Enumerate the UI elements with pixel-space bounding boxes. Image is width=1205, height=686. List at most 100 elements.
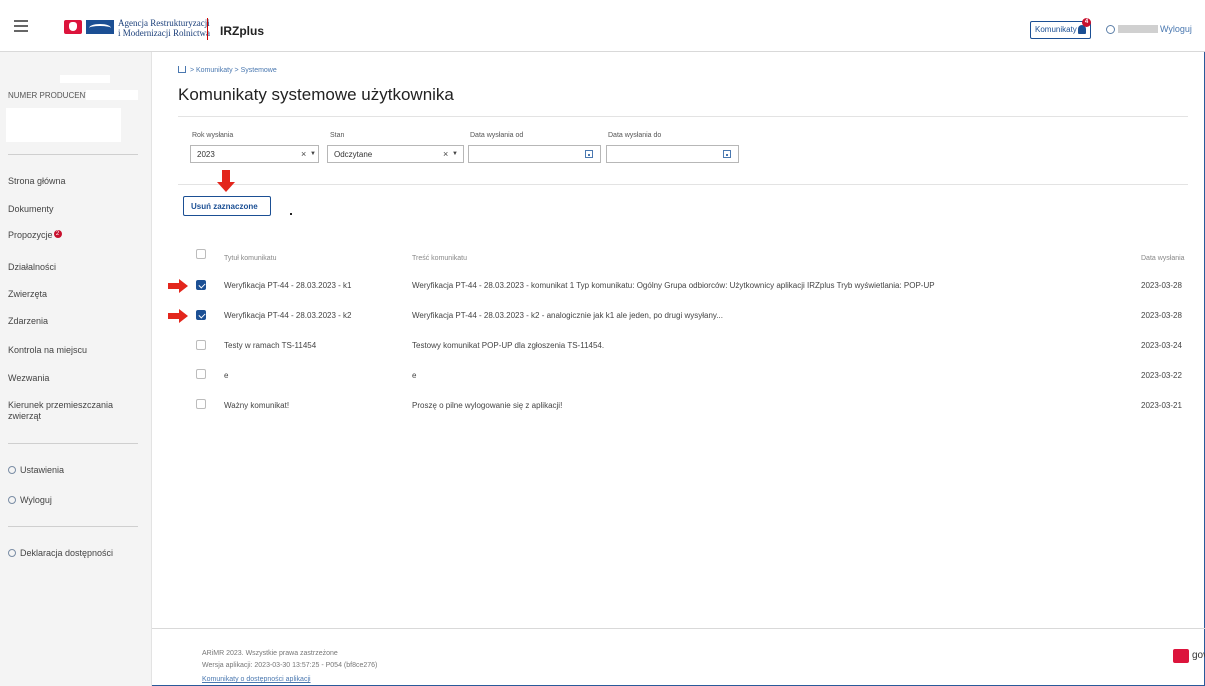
page-title: Komunikaty systemowe użytkownika <box>178 85 454 104</box>
sidebar-divider <box>8 443 138 444</box>
agency-name-line2: i Modernizacji Rolnictwa <box>118 28 210 38</box>
gov-emblem-icon <box>1173 649 1189 663</box>
date-to-label: Data wysłania do <box>608 132 662 139</box>
messages-button-label: Komunikaty <box>1035 25 1077 34</box>
row-title: Weryfikacja PT-44 - 28.03.2023 - k1 <box>224 281 352 290</box>
sidebar-item-settings[interactable]: Ustawienia <box>8 465 64 475</box>
copyright-text: ARiMR 2023. Wszystkie prawa zastrzeżone <box>202 650 338 657</box>
column-title-header: Tytuł komunikatu <box>224 255 277 262</box>
agency-name-line1: Agencja Restrukturyzacji <box>118 18 210 28</box>
redacted-producer-number <box>86 90 138 100</box>
row-content: Proszę o pilne wylogowanie się z aplikac… <box>412 401 563 410</box>
chevron-down-icon[interactable]: ▼ <box>310 151 316 157</box>
delete-selected-button[interactable]: Usuń zaznaczone <box>183 196 271 216</box>
row-title: Ważny komunikat! <box>224 401 290 410</box>
annotation-arrow-down <box>217 170 235 192</box>
chevron-down-icon[interactable]: ▼ <box>452 151 458 157</box>
menu-icon[interactable] <box>14 20 28 32</box>
year-select-value: 2023 <box>197 150 215 159</box>
version-text: Wersja aplikacji: 2023-03-30 13:57:25 - … <box>202 662 378 669</box>
state-select-value: Odczytane <box>334 150 373 159</box>
row-date: 2023-03-28 <box>1141 281 1182 290</box>
state-select[interactable]: Odczytane × ▼ <box>327 145 464 163</box>
breadcrumb-separator: > <box>189 67 195 74</box>
row-date: 2023-03-22 <box>1141 371 1182 380</box>
home-icon[interactable] <box>178 66 186 73</box>
breadcrumb-separator: > <box>234 67 239 74</box>
sidebar-item-home[interactable]: Strona główna <box>8 176 66 186</box>
redacted-address <box>6 108 121 142</box>
sidebar-item-animals[interactable]: Zwierzęta <box>8 289 47 299</box>
title-divider <box>178 116 1188 117</box>
sidebar-item-movement-direction[interactable]: Kierunek przemieszczania zwierząt <box>8 400 133 422</box>
column-date-header: Data wysłania <box>1141 255 1185 262</box>
redacted-user-name <box>1118 25 1158 33</box>
row-title: Weryfikacja PT-44 - 28.03.2023 - k2 <box>224 311 352 320</box>
sidebar-item-summons[interactable]: Wezwania <box>8 373 49 383</box>
arimr-logo-icon <box>86 20 114 34</box>
logout-link[interactable]: Wyloguj <box>1160 24 1192 34</box>
accessibility-link[interactable]: Komunikaty o dostępności aplikacji <box>202 676 311 683</box>
sidebar-item-accessibility-label: Deklaracja dostępności <box>20 548 114 558</box>
sidebar-item-inspection[interactable]: Kontrola na miejscu <box>8 345 87 355</box>
sidebar-item-logout-label: Wyloguj <box>20 495 52 505</box>
clear-state-icon[interactable]: × <box>443 149 448 159</box>
eagle-emblem-icon <box>64 20 82 34</box>
sidebar-divider <box>8 154 138 155</box>
row-content: Weryfikacja PT-44 - 28.03.2023 - k2 - an… <box>412 311 723 320</box>
row-content: e <box>412 371 417 380</box>
sidebar-item-proposals-label: Propozycje <box>8 230 53 240</box>
sidebar-item-activities[interactable]: Działalności <box>8 262 56 272</box>
row-title: e <box>224 371 229 380</box>
year-filter-label: Rok wysłania <box>192 132 234 139</box>
row-content: Weryfikacja PT-44 - 28.03.2023 - komunik… <box>412 281 935 290</box>
agency-name[interactable]: Agencja Restrukturyzacji i Modernizacji … <box>118 18 210 38</box>
sidebar-item-accessibility[interactable]: Deklaracja dostępności <box>8 548 113 558</box>
sidebar: NUMER PRODUCENTA: Strona główna Dokument… <box>0 52 152 686</box>
row-checkbox[interactable] <box>196 340 206 350</box>
row-checkbox[interactable] <box>196 310 206 320</box>
row-checkbox[interactable] <box>196 369 206 379</box>
annotation-arrow-right <box>168 279 188 293</box>
filters-divider <box>178 184 1188 185</box>
row-checkbox[interactable] <box>196 280 206 290</box>
breadcrumb: > Komunikaty > Systemowe <box>178 66 277 74</box>
row-date: 2023-03-28 <box>1141 311 1182 320</box>
top-bar: Agencja Restrukturyzacji i Modernizacji … <box>0 0 1205 52</box>
producer-number-label: NUMER PRODUCENTA: <box>8 91 98 100</box>
breadcrumb-system: Systemowe <box>240 67 277 74</box>
sidebar-item-documents[interactable]: Dokumenty <box>8 204 54 214</box>
sidebar-item-logout[interactable]: Wyloguj <box>8 495 52 505</box>
user-icon <box>8 496 16 504</box>
app-title: IRZplus <box>220 24 264 38</box>
footer: ARiMR 2023. Wszystkie prawa zastrzeżone … <box>152 628 1205 686</box>
redacted-user-info <box>60 75 110 83</box>
row-content: Testowy komunikat POP-UP dla zgłoszenia … <box>412 341 605 350</box>
accessibility-icon <box>8 549 16 557</box>
proposals-badge: 2 <box>53 230 62 238</box>
column-content-header: Treść komunikatu <box>412 255 467 262</box>
date-from-input[interactable] <box>468 145 601 163</box>
clear-year-icon[interactable]: × <box>301 149 306 159</box>
breadcrumb-messages[interactable]: Komunikaty <box>196 67 233 74</box>
dot-marker <box>290 213 292 215</box>
row-date: 2023-03-21 <box>1141 401 1182 410</box>
sidebar-item-events[interactable]: Zdarzenia <box>8 316 48 326</box>
select-all-checkbox[interactable] <box>196 249 206 259</box>
date-to-input[interactable] <box>606 145 739 163</box>
date-from-label: Data wysłania od <box>470 132 524 139</box>
state-filter-label: Stan <box>330 132 345 139</box>
settings-icon <box>8 466 16 474</box>
row-checkbox[interactable] <box>196 399 206 409</box>
sidebar-item-proposals[interactable]: Propozycje 2 <box>8 230 62 240</box>
annotation-arrow-right <box>168 309 188 323</box>
sidebar-item-settings-label: Ustawienia <box>20 465 65 475</box>
calendar-icon[interactable] <box>723 150 731 158</box>
sidebar-divider <box>8 526 138 527</box>
user-icon <box>1106 25 1115 34</box>
year-select[interactable]: 2023 × ▼ <box>190 145 319 163</box>
header-divider <box>207 18 208 40</box>
calendar-icon[interactable] <box>585 150 593 158</box>
gov-pl-logo[interactable]: gov.pl <box>1192 650 1205 661</box>
row-title: Testy w ramach TS-11454 <box>224 341 317 350</box>
